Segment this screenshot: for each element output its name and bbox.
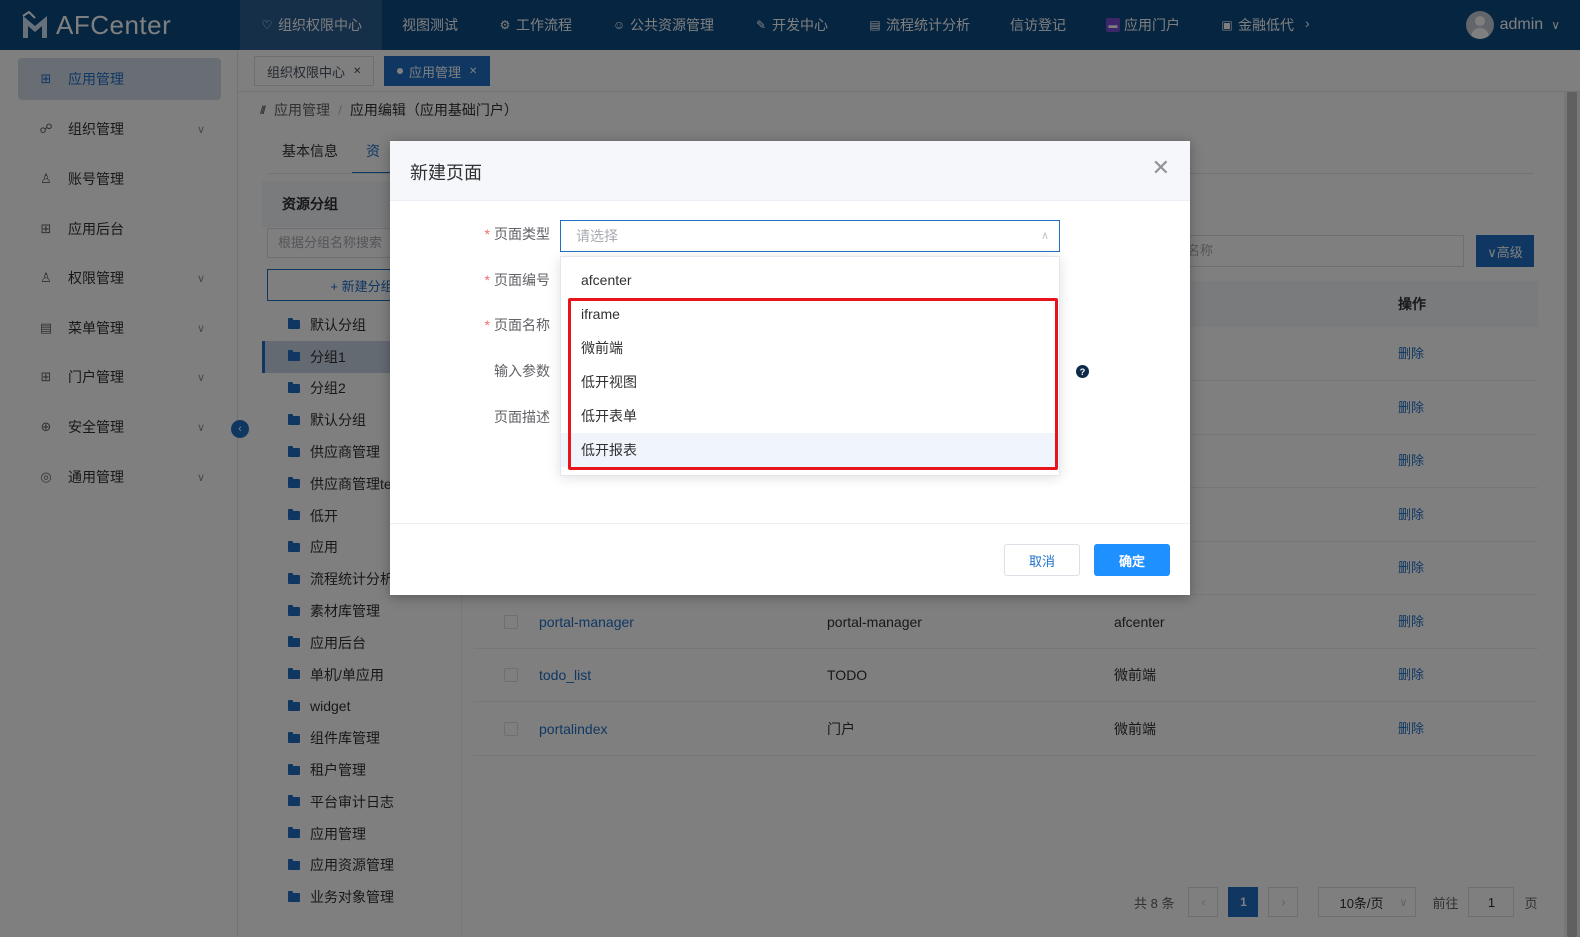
page-desc-label: 页面描述 (494, 409, 550, 425)
help-icon[interactable]: ? (1076, 365, 1089, 378)
dialog-footer-divider (390, 523, 1190, 524)
close-icon[interactable]: ✕ (1152, 157, 1170, 179)
required-mark: * (484, 317, 490, 333)
page-name-label-text: 页面名称 (494, 317, 550, 333)
page-code-label-text: 页面编号 (494, 272, 550, 288)
chevron-up-icon: ∧ (1040, 230, 1049, 242)
dialog-title: 新建页面 (410, 163, 482, 183)
page-type-placeholder: 请选择 (576, 228, 618, 244)
option-afcenter[interactable]: afcenter (561, 263, 1059, 297)
page-code-label: * 页面编号 (460, 270, 550, 290)
input-params-label: 输入参数 (494, 363, 550, 379)
page-type-label: * 页面类型 (460, 224, 550, 244)
page-name-label: * 页面名称 (460, 315, 550, 335)
confirm-button[interactable]: 确定 (1094, 544, 1170, 576)
required-mark: * (484, 272, 490, 288)
cancel-button[interactable]: 取消 (1004, 544, 1080, 576)
annotation-highlight-box (568, 298, 1058, 470)
page-type-label-text: 页面类型 (494, 226, 550, 242)
page-type-select[interactable]: 请选择 ∧ (560, 220, 1060, 252)
required-mark: * (484, 226, 490, 242)
dialog-header: 新建页面 ✕ (390, 141, 1190, 201)
